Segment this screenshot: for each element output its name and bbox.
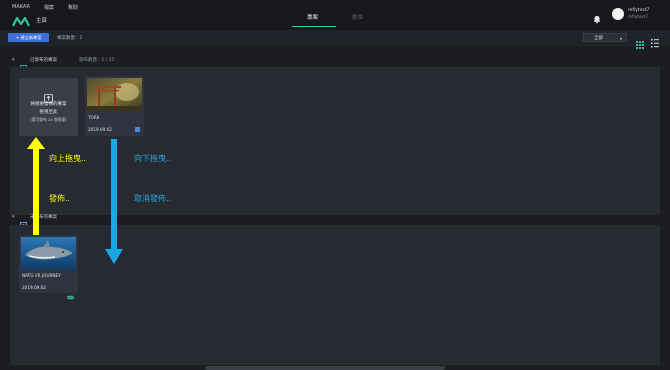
filter-value: 全部 <box>594 36 603 41</box>
bell-icon[interactable] <box>592 9 602 24</box>
vr-badge-icon <box>67 285 74 304</box>
tab-active-indicator <box>292 26 336 27</box>
project-card-natg[interactable]: NATG VR JOURNEY 2019.09.02 <box>19 235 78 300</box>
user-id: mfiytest7 <box>628 14 648 19</box>
natg-thumbnail <box>21 237 76 270</box>
menu-help[interactable]: 幫助 <box>68 4 78 11</box>
ar-badge-icon <box>135 127 140 132</box>
makar-logo-icon[interactable] <box>12 12 30 27</box>
new-project-button[interactable]: + 建立新專案 <box>8 33 49 42</box>
publish-drop-zone[interactable]: 將想要發佈的專案 拖曳至此 (還可發布 24 個專案) <box>19 78 78 136</box>
annotation-publish: 發佈.. <box>49 194 71 203</box>
tab-projects[interactable]: 專案 <box>307 13 318 21</box>
horizontal-scrollbar[interactable] <box>205 366 445 370</box>
drop-zone-line2: 拖曳至此 <box>39 110 58 115</box>
torii-thumbnail <box>87 78 142 111</box>
user-name[interactable]: mfiytest7 <box>628 8 649 13</box>
menu-brand[interactable]: MAKAR <box>12 4 30 10</box>
avatar[interactable] <box>612 8 624 20</box>
card-title: TORII <box>88 115 100 120</box>
published-count: 發布數量：1 / 25 <box>79 58 115 63</box>
home-label[interactable]: 主頁 <box>36 16 47 24</box>
unpublished-collapse-icon[interactable]: ▾ <box>12 214 15 220</box>
grid-view-icon[interactable] <box>636 34 644 49</box>
drop-zone-line1: 將想要發佈的專案 <box>30 102 67 107</box>
arrow-up-yellow <box>26 137 46 239</box>
annotation-unpublish: 取消發佈.. <box>134 194 172 203</box>
project-card-torii[interactable]: TORII 2019.09.02 <box>85 76 144 136</box>
tab-tutorial[interactable]: 教學 <box>352 13 363 21</box>
published-section-title: 已發布的專案 <box>30 58 57 63</box>
filter-select[interactable]: 全部 ▾ <box>583 33 627 42</box>
arrow-down-blue <box>104 139 124 268</box>
card-title: NATG VR JOURNEY <box>22 273 61 278</box>
annotation-drag-up: 向上拖曳.. <box>49 154 87 163</box>
annotation-drag-down: 向下拖曳.. <box>134 154 172 163</box>
chevron-down-icon: ▾ <box>619 36 622 41</box>
drop-zone-line3: (還可發布 24 個專案) <box>30 117 67 122</box>
project-count: 專案數量：2 <box>57 36 83 41</box>
toolbar <box>0 30 670 46</box>
published-collapse-icon[interactable]: ▾ <box>12 57 15 63</box>
list-view-icon[interactable] <box>651 33 659 48</box>
card-date: 2019.09.02 <box>22 285 46 290</box>
menu-file[interactable]: 檔案 <box>44 4 54 11</box>
card-date: 2019.09.02 <box>88 127 112 132</box>
